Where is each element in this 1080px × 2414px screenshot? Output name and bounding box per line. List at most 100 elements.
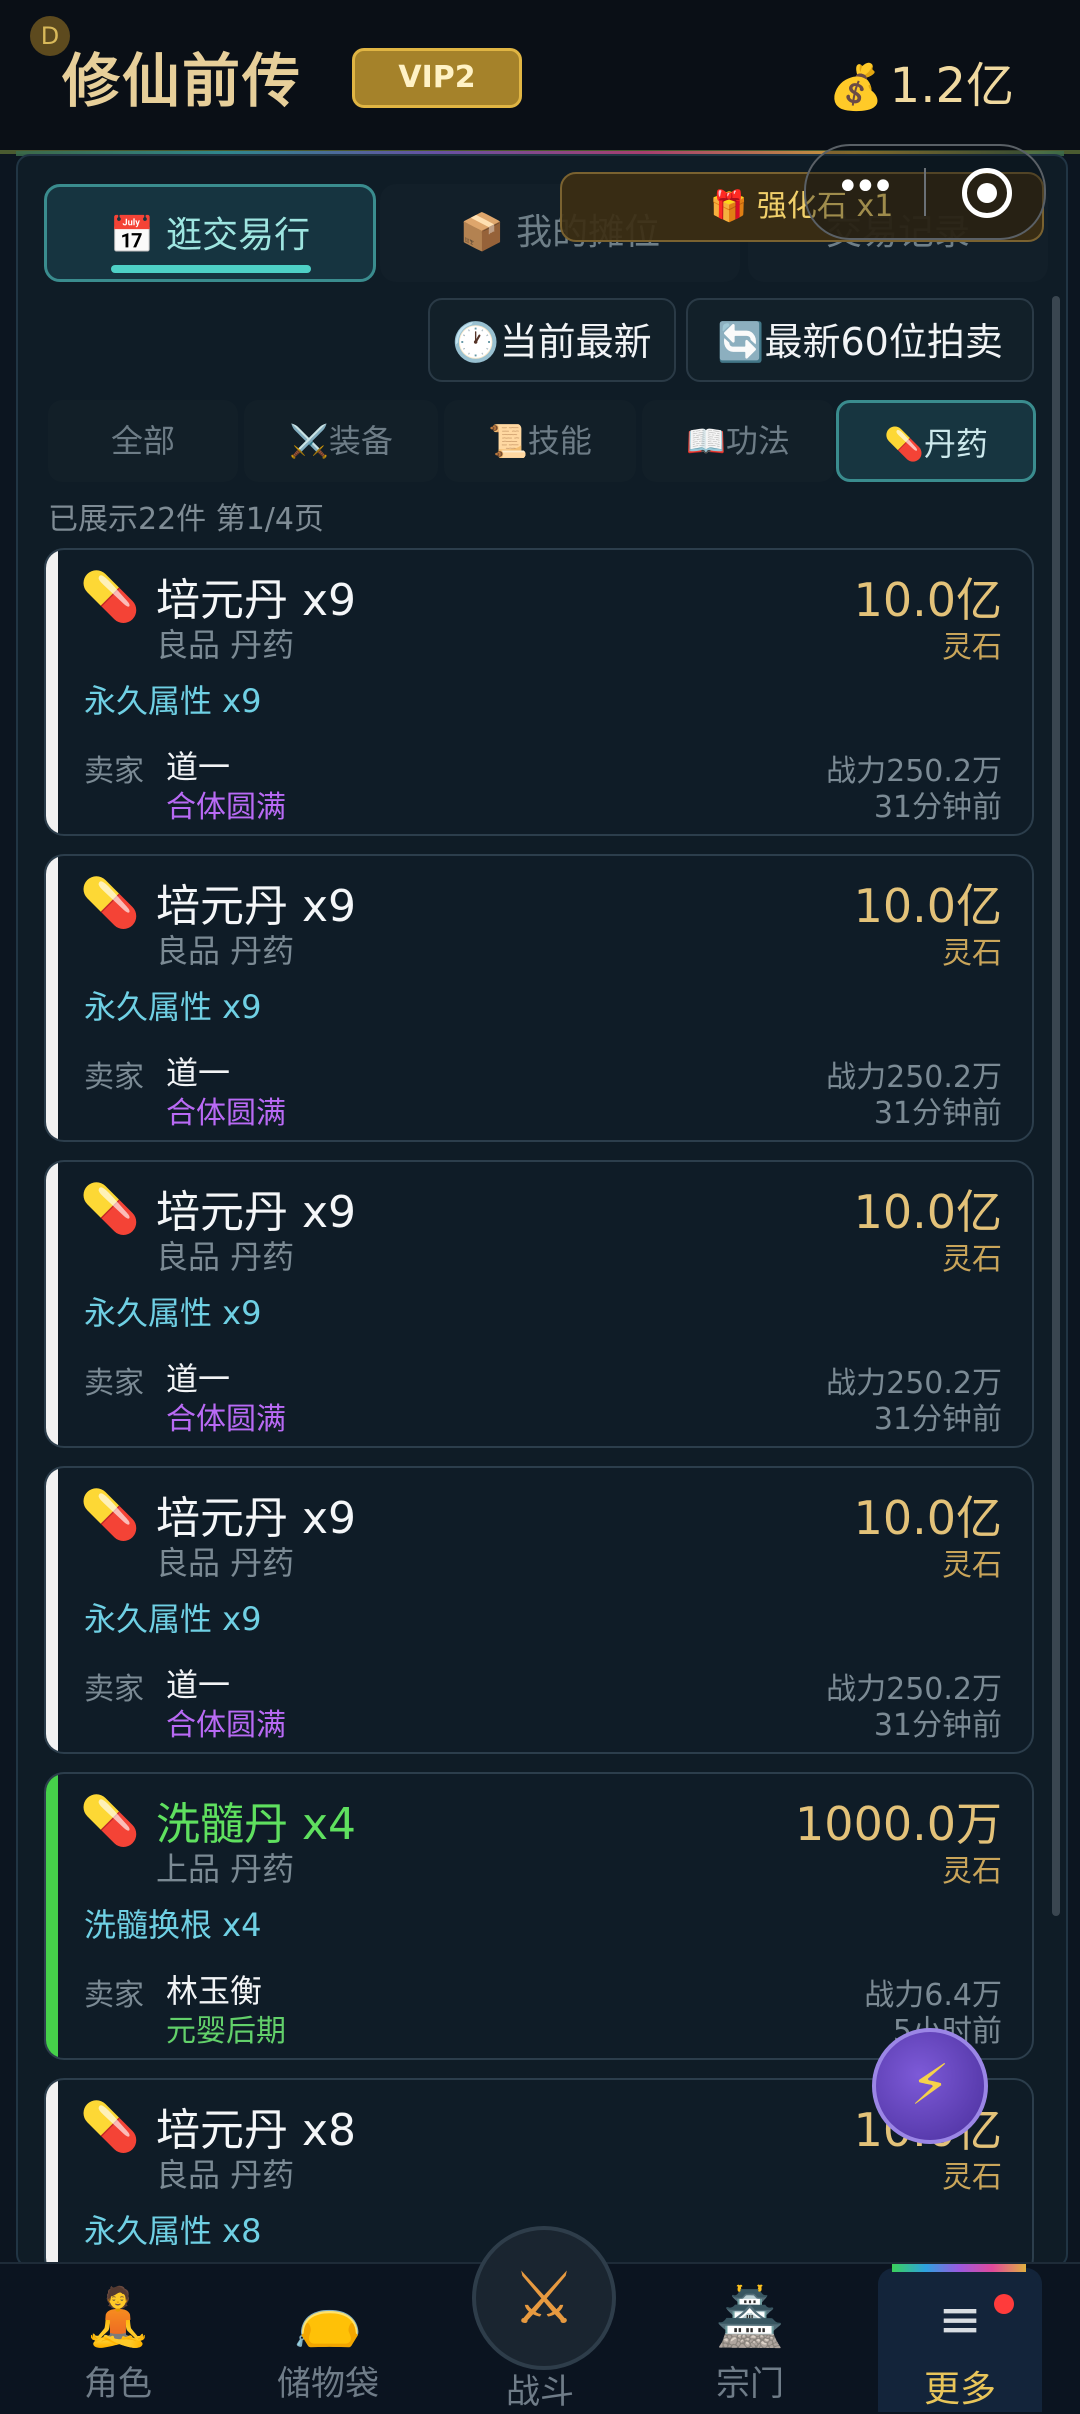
price-unit: 灵石 bbox=[942, 1242, 1002, 1277]
currency-display: 💰 1.2亿 bbox=[829, 46, 1014, 116]
price-unit: 灵石 bbox=[942, 630, 1002, 665]
category-pill[interactable]: 💊丹药 bbox=[836, 400, 1036, 482]
category-label: 丹药 bbox=[923, 425, 988, 463]
item-attribute: 永久属性 x9 bbox=[84, 1600, 262, 1638]
sort-auction-button[interactable]: 🔄最新60位拍卖 bbox=[686, 298, 1034, 382]
nav-label: 角色 bbox=[84, 2364, 152, 2404]
vip-badge[interactable]: VIP2 bbox=[352, 48, 522, 108]
clock-icon: 🕐 bbox=[452, 320, 500, 364]
capsule-divider bbox=[924, 168, 926, 216]
price-unit: 灵石 bbox=[942, 1854, 1002, 1889]
item-price: 10.0亿 bbox=[853, 879, 1002, 933]
listing-card[interactable]: 💊 洗髓丹 x4 上品 丹药 洗髓换根 x4 卖家 林玉衡 元婴后期 1000.… bbox=[44, 1772, 1034, 2060]
item-quality: 良品 丹药 bbox=[156, 1238, 295, 1276]
sort-latest-label: 当前最新 bbox=[499, 320, 652, 364]
item-quality: 良品 丹药 bbox=[156, 626, 295, 664]
item-price: 10.0亿 bbox=[853, 1185, 1002, 1239]
nav-label: 战斗 bbox=[506, 2372, 574, 2412]
seller-realm: 合体圆满 bbox=[166, 1708, 286, 1743]
sort-latest-button[interactable]: 🕐当前最新 bbox=[428, 298, 676, 382]
rarity-stripe bbox=[46, 1468, 58, 1752]
mini-program-capsule: ••• bbox=[804, 144, 1046, 240]
nav-sect[interactable]: 🏯 宗门 bbox=[660, 2264, 840, 2414]
notification-dot bbox=[994, 2294, 1014, 2314]
pill-icon: 💊 bbox=[80, 1181, 140, 1237]
app-title: 修仙前传 bbox=[62, 47, 303, 115]
category-technique[interactable]: 📖功法 bbox=[642, 400, 834, 482]
temple-icon: 🏯 bbox=[715, 2285, 785, 2350]
nav-more-highlight bbox=[892, 2264, 1026, 2272]
top-header: D 修仙前传 VIP2 💰 1.2亿 bbox=[0, 0, 1080, 156]
category-all[interactable]: 全部 bbox=[48, 400, 238, 482]
rarity-stripe bbox=[46, 1774, 58, 2058]
listing-card[interactable]: 💊 培元丹 x9 良品 丹药 永久属性 x9 卖家 道一 合体圆满 10.0亿 … bbox=[44, 854, 1034, 1142]
rarity-stripe bbox=[46, 550, 58, 834]
lightning-icon: ⚡ bbox=[910, 2053, 950, 2118]
category-label: 全部 bbox=[110, 422, 175, 460]
listing-card[interactable]: 💊 培元丹 x9 良品 丹药 永久属性 x9 卖家 道一 合体圆满 10.0亿 … bbox=[44, 1466, 1034, 1754]
item-quality: 良品 丹药 bbox=[156, 932, 295, 970]
calendar-icon: 📅 bbox=[109, 215, 155, 256]
seller-realm: 合体圆满 bbox=[166, 1096, 286, 1131]
listing-card[interactable]: 💊 培元丹 x9 良品 丹药 永久属性 x9 卖家 道一 合体圆满 10.0亿 … bbox=[44, 1160, 1034, 1448]
category-label: 装备 bbox=[328, 422, 393, 460]
tab-underline bbox=[111, 265, 311, 273]
pill-icon: 💊 bbox=[80, 569, 140, 625]
price-unit: 灵石 bbox=[942, 2160, 1002, 2195]
seller-realm: 合体圆满 bbox=[166, 1402, 286, 1437]
item-name: 培元丹 x9 bbox=[156, 881, 357, 932]
item-quality: 良品 丹药 bbox=[156, 1544, 295, 1582]
listing-card[interactable]: 💊 培元丹 x9 良品 丹药 永久属性 x9 卖家 道一 合体圆满 10.0亿 … bbox=[44, 548, 1034, 836]
more-dots-icon[interactable]: ••• bbox=[836, 164, 895, 210]
list-scrollbar[interactable] bbox=[1052, 296, 1060, 1916]
gift-icon: 🎁 bbox=[710, 189, 748, 224]
result-count: 已展示22件 第1/4页 bbox=[48, 502, 324, 537]
listing-time: 31分钟前 bbox=[873, 1096, 1002, 1131]
price-unit: 灵石 bbox=[942, 936, 1002, 971]
book-icon: 📖 bbox=[686, 422, 726, 460]
close-target-icon[interactable] bbox=[962, 168, 1012, 218]
item-price: 1000.0万 bbox=[795, 1797, 1002, 1851]
pill-icon: 💊 bbox=[80, 2099, 140, 2155]
item-price: 10.0亿 bbox=[853, 1491, 1002, 1545]
pill-icon: 💊 bbox=[80, 1487, 140, 1543]
quick-action-button[interactable]: ⚡ bbox=[872, 2028, 988, 2144]
tab-browse-market[interactable]: 📅 逛交易行 bbox=[44, 184, 376, 282]
nav-label: 宗门 bbox=[716, 2364, 784, 2404]
nav-label: 更多 bbox=[923, 2369, 996, 2410]
category-equipment[interactable]: ⚔️装备 bbox=[244, 400, 438, 482]
item-attribute: 永久属性 x8 bbox=[84, 2212, 262, 2250]
scroll-icon: 📜 bbox=[488, 422, 528, 460]
nav-storage-bag[interactable]: 👝 储物袋 bbox=[238, 2264, 418, 2414]
listing-time: 31分钟前 bbox=[873, 790, 1002, 825]
refresh-icon: 🔄 bbox=[717, 320, 765, 364]
nav-role[interactable]: 🧘 角色 bbox=[28, 2264, 208, 2414]
seller-label: 卖家 bbox=[84, 1978, 144, 2013]
seller-label: 卖家 bbox=[84, 1060, 144, 1095]
item-name: 培元丹 x9 bbox=[156, 575, 357, 626]
sort-auction-label: 最新60位拍卖 bbox=[764, 320, 1003, 364]
nav-label: 储物袋 bbox=[277, 2364, 379, 2404]
category-label: 功法 bbox=[725, 422, 790, 460]
bag-icon: 👝 bbox=[293, 2285, 363, 2350]
battle-button[interactable]: ⚔ bbox=[472, 2226, 616, 2370]
item-attribute: 永久属性 x9 bbox=[84, 1294, 262, 1332]
seller-label: 卖家 bbox=[84, 754, 144, 789]
tab-label: 逛交易行 bbox=[166, 215, 311, 256]
item-quality: 上品 丹药 bbox=[156, 1850, 295, 1888]
rarity-stripe bbox=[46, 1162, 58, 1446]
item-attribute: 永久属性 x9 bbox=[84, 682, 262, 720]
pill-icon: 💊 bbox=[80, 875, 140, 931]
item-quality: 良品 丹药 bbox=[156, 2156, 295, 2194]
item-name: 洗髓丹 x4 bbox=[156, 1799, 357, 1850]
item-price: 10.0亿 bbox=[853, 573, 1002, 627]
seller-realm: 合体圆满 bbox=[166, 790, 286, 825]
listing-time: 31分钟前 bbox=[873, 1402, 1002, 1437]
nav-more[interactable]: ≡ 更多 bbox=[878, 2268, 1042, 2412]
item-name: 培元丹 x9 bbox=[156, 1493, 357, 1544]
category-skill[interactable]: 📜技能 bbox=[444, 400, 636, 482]
item-attribute: 永久属性 x9 bbox=[84, 988, 262, 1026]
category-label: 技能 bbox=[527, 422, 592, 460]
pill-icon: 💊 bbox=[80, 1793, 140, 1849]
item-attribute: 洗髓换根 x4 bbox=[84, 1906, 262, 1944]
